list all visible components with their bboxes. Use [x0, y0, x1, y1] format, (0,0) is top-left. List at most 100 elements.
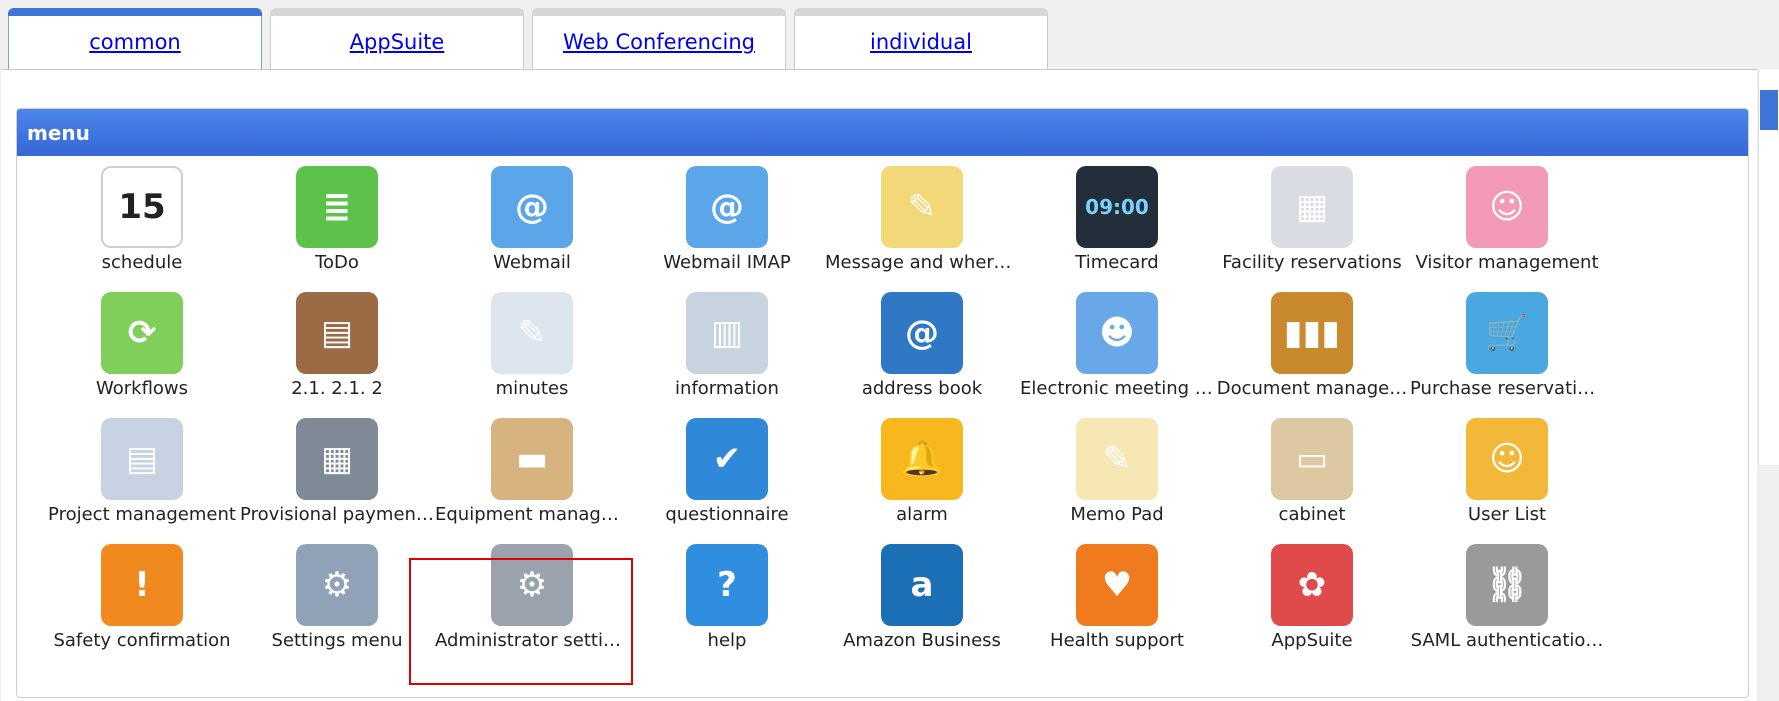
menu-item-label[interactable]: Health support [1020, 630, 1214, 651]
timecard-clock-icon[interactable]: 09:00 [1076, 166, 1158, 248]
menu-item-label[interactable]: Timecard [1020, 252, 1214, 273]
menu-item[interactable]: ⛓ SAML authenticatio… [1410, 534, 1604, 659]
address-book-icon[interactable]: @ [881, 292, 963, 374]
menu-item-label[interactable]: 2.1. 2.1. 2 [240, 378, 434, 399]
menu-item[interactable]: @ Webmail IMAP [630, 156, 824, 281]
warning-hand-icon[interactable]: ! [101, 544, 183, 626]
tab-individual[interactable]: individual [794, 8, 1048, 69]
bulletin-board-icon[interactable]: ▥ [686, 292, 768, 374]
gear-list-icon[interactable]: ⚙ [296, 544, 378, 626]
menu-item-label[interactable]: Facility reservations [1215, 252, 1409, 273]
menu-item[interactable]: @ Webmail [435, 156, 629, 281]
menu-item[interactable]: @ address book [825, 282, 1019, 407]
menu-item[interactable]: ✎ minutes [435, 282, 629, 407]
menu-item[interactable]: ▭ cabinet [1215, 408, 1409, 533]
bell-icon[interactable]: 🔔 [881, 418, 963, 500]
menu-item[interactable]: 🛒 Purchase reservations [1410, 282, 1604, 407]
amazon-logo-icon[interactable]: a [881, 544, 963, 626]
menu-item-label[interactable]: information [630, 378, 824, 399]
menu-item-label[interactable]: ToDo [240, 252, 434, 273]
menu-item-label[interactable]: Electronic meeting r… [1020, 378, 1214, 399]
saml-link-icon[interactable]: ⛓ [1466, 544, 1548, 626]
menu-item-label[interactable]: Message and where… [825, 252, 1019, 273]
tab-label[interactable]: individual [870, 30, 972, 54]
menu-item[interactable]: 09:00 Timecard [1020, 156, 1214, 281]
menu-item-label[interactable]: minutes [435, 378, 629, 399]
menu-item-label[interactable]: Safety confirmation [45, 630, 239, 651]
menu-item[interactable]: ☺ Visitor management [1410, 156, 1604, 281]
menu-item[interactable]: ✔ questionnaire [630, 408, 824, 533]
menu-item[interactable]: ✿ AppSuite [1215, 534, 1409, 659]
menu-item[interactable]: ☺ User List [1410, 408, 1604, 533]
todo-list-icon[interactable]: ≣ [296, 166, 378, 248]
menu-item-label[interactable]: AppSuite [1215, 630, 1409, 651]
tab-appsuite[interactable]: AppSuite [270, 8, 524, 69]
scrollbar-thumb[interactable] [1760, 90, 1778, 130]
tab-label[interactable]: common [89, 30, 180, 54]
menu-item-label[interactable]: questionnaire [630, 504, 824, 525]
clipboard-icon[interactable]: ▤ [296, 292, 378, 374]
file-cabinet-icon[interactable]: ▭ [1271, 418, 1353, 500]
menu-item-label[interactable]: Visitor management [1410, 252, 1604, 273]
meeting-people-icon[interactable]: ☻ [1076, 292, 1158, 374]
menu-item[interactable]: ▤ Project management [45, 408, 239, 533]
shopping-cart-icon[interactable]: 🛒 [1466, 292, 1548, 374]
envelope-icon[interactable]: @ [491, 166, 573, 248]
tab-common[interactable]: common [8, 8, 262, 69]
binders-icon[interactable]: ▮▮▮ [1271, 292, 1353, 374]
tab-label[interactable]: AppSuite [350, 30, 445, 54]
heart-chart-icon[interactable]: ♥ [1076, 544, 1158, 626]
menu-item[interactable]: ≣ ToDo [240, 156, 434, 281]
menu-item-label[interactable]: Webmail IMAP [630, 252, 824, 273]
menu-item-label[interactable]: schedule [45, 252, 239, 273]
memo-pad-icon[interactable]: ✎ [1076, 418, 1158, 500]
calculator-icon[interactable]: ▦ [296, 418, 378, 500]
menu-item[interactable]: 15 schedule [45, 156, 239, 281]
menu-item-label[interactable]: Webmail [435, 252, 629, 273]
menu-item-label[interactable]: Project management [45, 504, 239, 525]
menu-item[interactable]: ☻ Electronic meeting r… [1020, 282, 1214, 407]
menu-item[interactable]: ✎ Message and where… [825, 156, 1019, 281]
envelope-database-icon[interactable]: @ [686, 166, 768, 248]
menu-item-label[interactable]: Equipment manage… [435, 504, 629, 525]
user-folder-icon[interactable]: ☺ [1466, 418, 1548, 500]
menu-item-label[interactable]: Settings menu [240, 630, 434, 651]
menu-item-label[interactable]: Provisional paymen… [240, 504, 434, 525]
appsuite-flower-icon[interactable]: ✿ [1271, 544, 1353, 626]
menu-item-label[interactable]: Amazon Business [825, 630, 1019, 651]
menu-item-label[interactable]: User List [1410, 504, 1604, 525]
menu-item[interactable]: ▦ Provisional paymen… [240, 408, 434, 533]
menu-item-label[interactable]: alarm [825, 504, 1019, 525]
menu-item[interactable]: ? help [630, 534, 824, 659]
menu-item-label[interactable]: Document manage… [1215, 378, 1409, 399]
menu-item[interactable]: ! Safety confirmation [45, 534, 239, 659]
menu-item-label[interactable]: help [630, 630, 824, 651]
projector-icon[interactable]: ▦ [1271, 166, 1353, 248]
menu-item-label[interactable]: SAML authenticatio… [1410, 630, 1604, 651]
menu-item[interactable]: ▮▮▮ Document manage… [1215, 282, 1409, 407]
menu-item[interactable]: 🔔 alarm [825, 408, 1019, 533]
gantt-chart-icon[interactable]: ▤ [101, 418, 183, 500]
cardboard-box-icon[interactable]: ▬ [491, 418, 573, 500]
help-question-icon[interactable]: ? [686, 544, 768, 626]
tab-label[interactable]: Web Conferencing [563, 30, 755, 54]
menu-item[interactable]: ▤ 2.1. 2.1. 2 [240, 282, 434, 407]
menu-item-label[interactable]: Memo Pad [1020, 504, 1214, 525]
notepad-pen-icon[interactable]: ✎ [491, 292, 573, 374]
menu-item[interactable]: ♥ Health support [1020, 534, 1214, 659]
tab-web-conferencing[interactable]: Web Conferencing [532, 8, 786, 69]
menu-item[interactable]: ⚙ Settings menu [240, 534, 434, 659]
menu-item[interactable]: ✎ Memo Pad [1020, 408, 1214, 533]
menu-item[interactable]: ▥ information [630, 282, 824, 407]
checklist-search-icon[interactable]: ✔ [686, 418, 768, 500]
menu-item[interactable]: ▦ Facility reservations [1215, 156, 1409, 281]
menu-item[interactable]: ⟳ Workflows [45, 282, 239, 407]
sticky-note-icon[interactable]: ✎ [881, 166, 963, 248]
workflow-icon[interactable]: ⟳ [101, 292, 183, 374]
receptionist-icon[interactable]: ☺ [1466, 166, 1548, 248]
menu-item-label[interactable]: cabinet [1215, 504, 1409, 525]
menu-item-label[interactable]: Workflows [45, 378, 239, 399]
menu-item-label[interactable]: address book [825, 378, 1019, 399]
menu-item-label[interactable]: Purchase reservations [1410, 378, 1604, 399]
calendar-icon[interactable]: 15 [101, 166, 183, 248]
